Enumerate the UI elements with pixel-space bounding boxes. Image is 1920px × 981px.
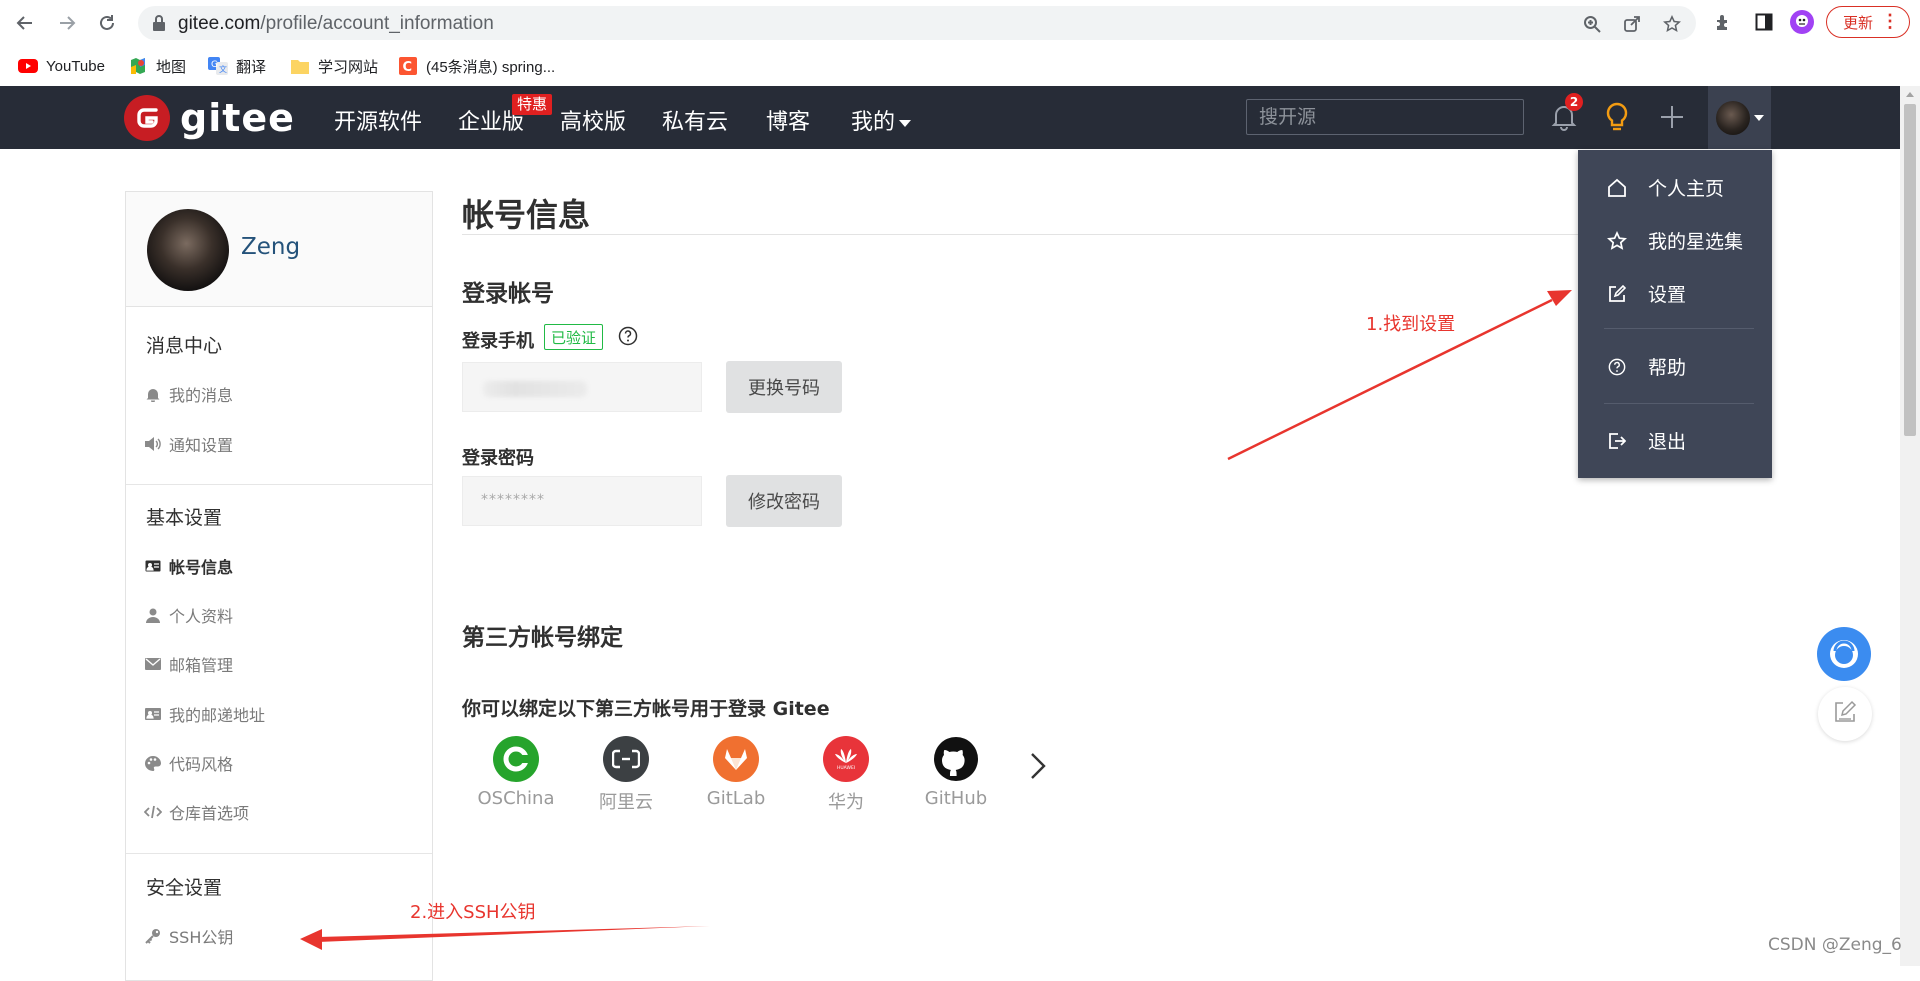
- annotation-step1: 1.找到设置: [1366, 314, 1456, 335]
- feedback-button[interactable]: [1818, 687, 1872, 741]
- chat-assistant-button[interactable]: [1817, 627, 1871, 681]
- watermark: CSDN @Zeng_6: [1768, 935, 1902, 955]
- scrollbar-thumb[interactable]: [1904, 104, 1916, 436]
- annotation-arrow-2: [300, 926, 710, 950]
- feedback-edit-icon: [1833, 700, 1857, 728]
- annotation-arrows: [300, 290, 1572, 950]
- annotation-step2: 2.进入SSH公钥: [410, 902, 536, 923]
- scroll-up-arrow[interactable]: [1906, 92, 1914, 97]
